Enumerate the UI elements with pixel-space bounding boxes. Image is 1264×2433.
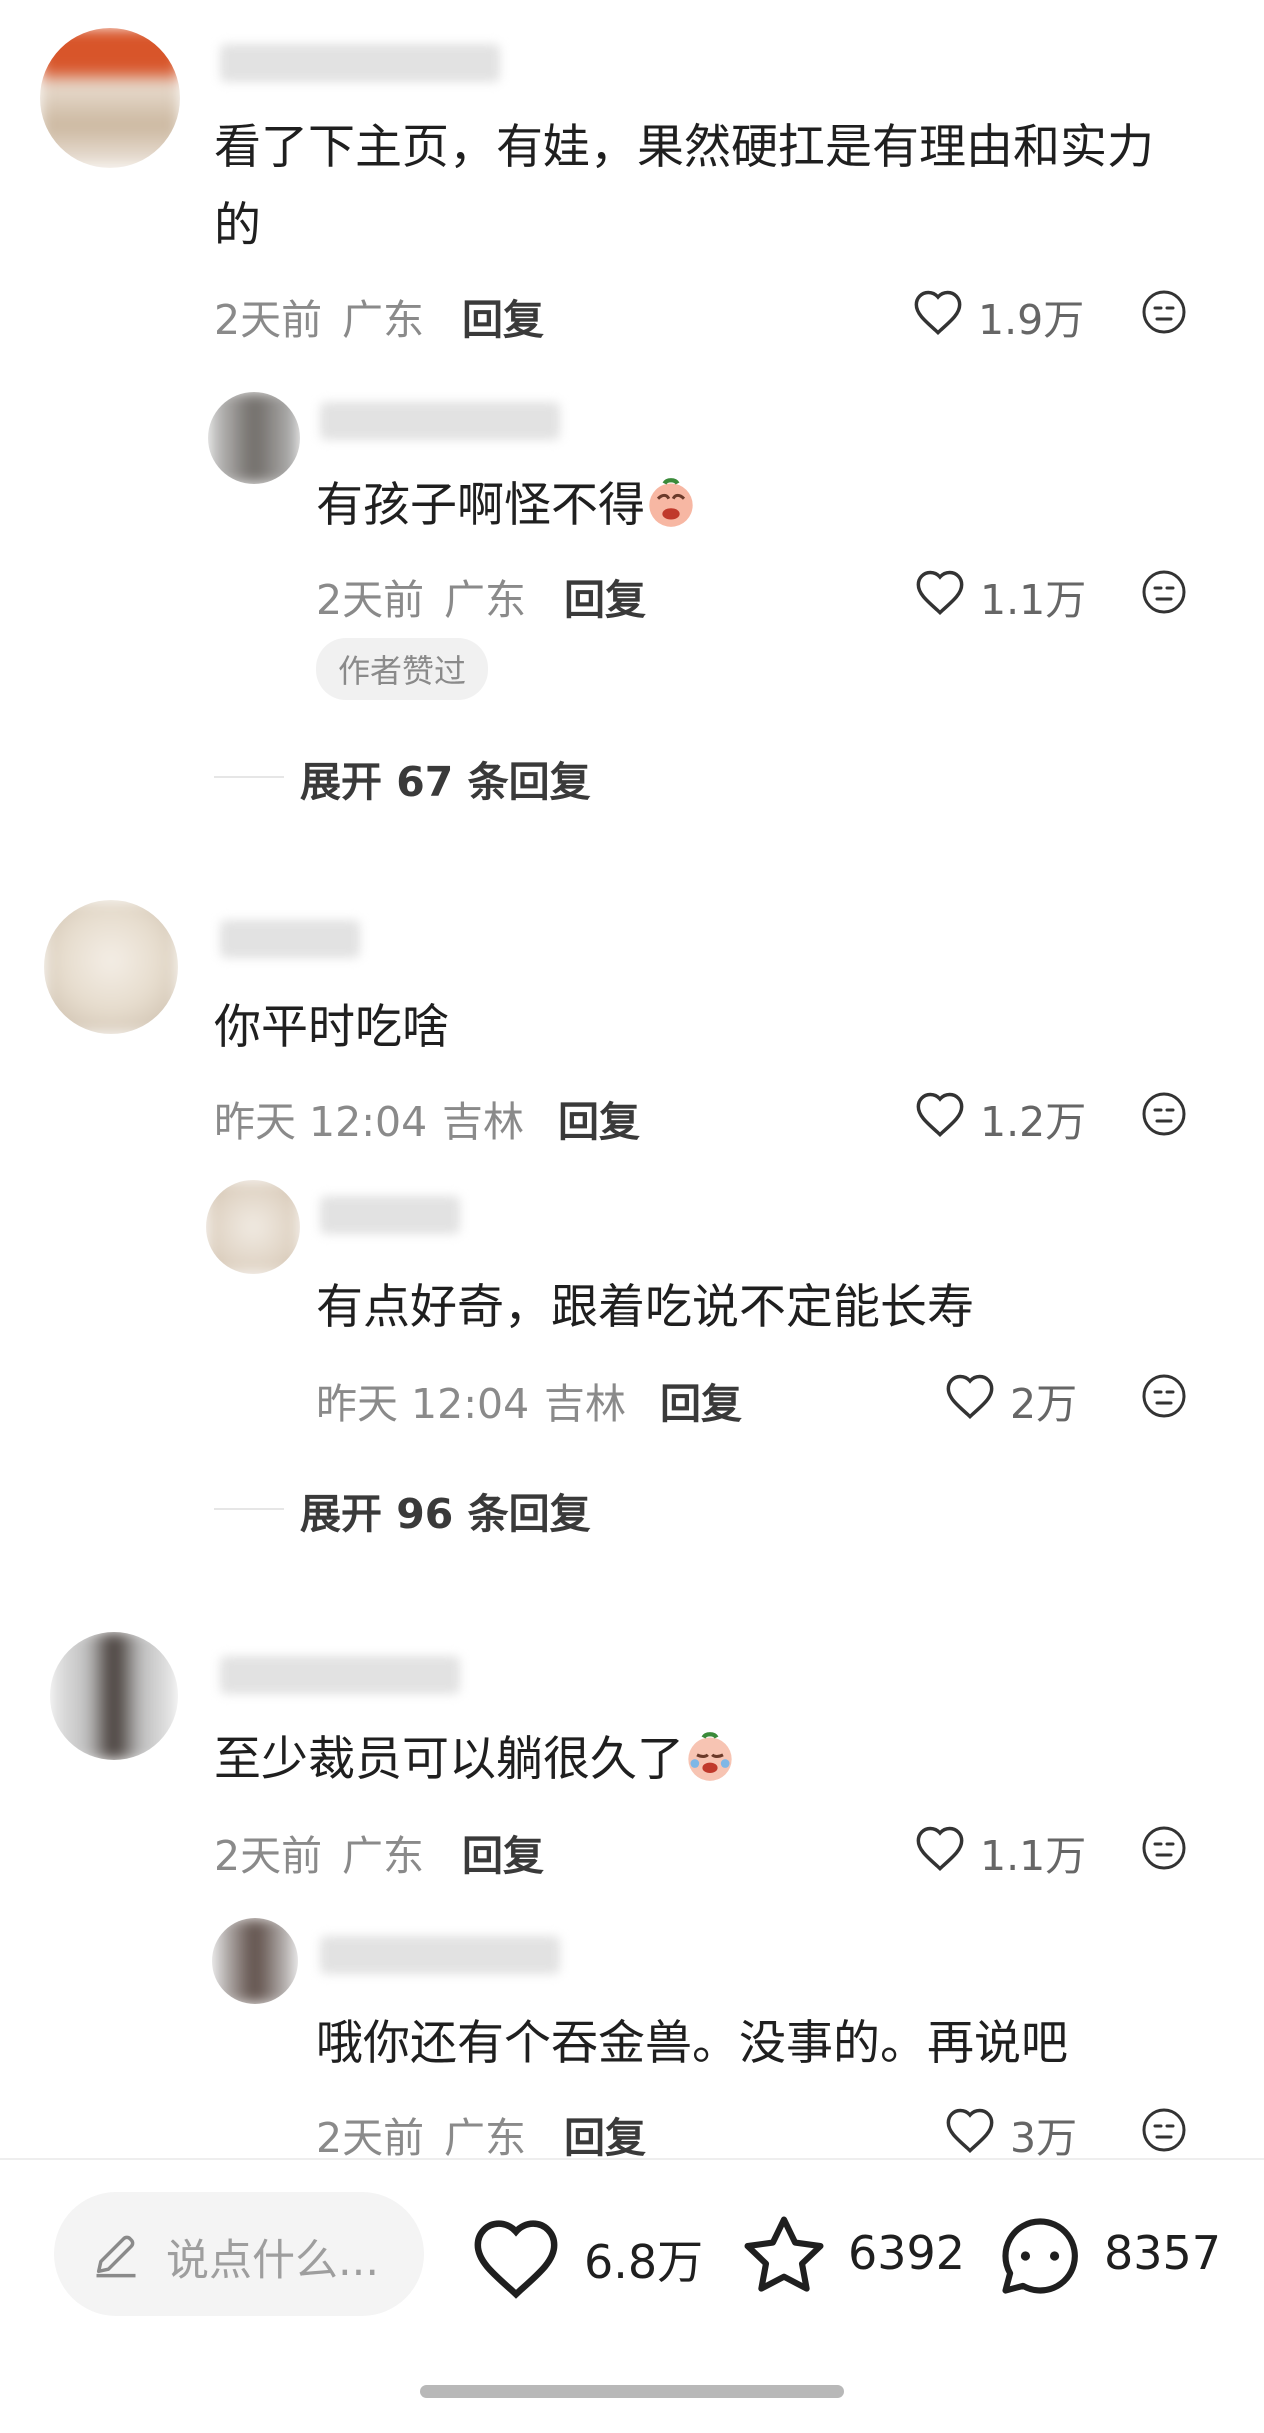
heart-icon[interactable]	[914, 568, 966, 616]
comment-input[interactable]: 说点什么...	[54, 2192, 424, 2316]
like-count: 2万	[1010, 1380, 1078, 1428]
like-count: 1.1万	[980, 576, 1087, 624]
avatar[interactable]	[40, 28, 180, 168]
expand-replies-button[interactable]: 展开 96 条回复	[300, 1480, 591, 1540]
reply-location: 广东	[444, 576, 526, 624]
reply-button[interactable]: 回复	[660, 1370, 742, 1430]
comment-text-line2: 的	[214, 198, 261, 253]
reply-time: 昨天 12:04	[316, 1380, 530, 1428]
neutral-face-icon[interactable]	[1140, 1090, 1188, 1138]
expand-replies-button[interactable]: 展开 67 条回复	[300, 748, 591, 808]
reply-avatar[interactable]	[206, 1180, 300, 1274]
like-count: 1.1万	[980, 1832, 1087, 1880]
expand-divider	[214, 1508, 284, 1510]
comment-count: 8357	[1104, 2226, 1222, 2280]
post-like-count: 6.8万	[584, 2235, 704, 2289]
comment-text: 至少裁员可以躺很久了	[214, 1720, 736, 1800]
author-liked-badge: 作者赞过	[316, 638, 489, 700]
reply-button[interactable]: 回复	[462, 286, 544, 346]
expand-divider	[214, 776, 284, 778]
comment-location: 广东	[342, 296, 424, 344]
reply-button[interactable]: 回复	[564, 566, 646, 626]
crying-sticker-icon	[688, 1732, 732, 1781]
heart-icon[interactable]	[470, 2216, 562, 2300]
neutral-face-icon[interactable]	[1140, 1824, 1188, 1872]
comment-input-placeholder: 说点什么...	[166, 2236, 380, 2286]
pencil-icon	[96, 2235, 136, 2278]
comment-location: 吉林	[442, 1098, 524, 1146]
neutral-face-icon[interactable]	[1140, 568, 1188, 616]
heart-icon[interactable]	[944, 2106, 996, 2154]
heart-icon[interactable]	[944, 1372, 996, 1420]
comment-time: 2天前	[214, 296, 323, 344]
like-count: 3万	[1010, 2114, 1078, 2162]
avatar[interactable]	[44, 900, 178, 1034]
like-count: 1.9万	[978, 296, 1085, 344]
reply-button[interactable]: 回复	[462, 1822, 544, 1882]
username[interactable]	[220, 1656, 460, 1694]
username[interactable]	[220, 920, 360, 958]
bottom-bar-divider	[0, 2158, 1264, 2160]
chat-bubble-icon[interactable]	[994, 2210, 1086, 2302]
reply-text: 哦你还有个吞金兽。没事的。再说吧	[316, 2016, 1068, 2071]
reply-time: 2天前	[316, 576, 425, 624]
favorite-count: 6392	[848, 2226, 966, 2280]
crying-sticker-icon	[649, 478, 693, 527]
username[interactable]	[220, 44, 500, 82]
home-indicator[interactable]	[420, 2385, 844, 2398]
neutral-face-icon[interactable]	[1140, 288, 1188, 336]
avatar[interactable]	[50, 1632, 178, 1760]
like-count: 1.2万	[980, 1098, 1087, 1146]
heart-icon[interactable]	[914, 1090, 966, 1138]
comment-text: 你平时吃啥	[214, 1000, 449, 1055]
comment-time: 昨天 12:04	[214, 1098, 428, 1146]
reply-time: 2天前	[316, 2114, 425, 2162]
reply-button[interactable]: 回复	[564, 2104, 646, 2164]
reply-button[interactable]: 回复	[558, 1088, 640, 1148]
reply-text: 有孩子啊怪不得	[316, 466, 697, 546]
reply-avatar[interactable]	[208, 392, 300, 484]
reply-username[interactable]	[320, 1936, 560, 1974]
comment-time: 2天前	[214, 1832, 323, 1880]
reply-avatar[interactable]	[212, 1918, 298, 2004]
reply-username[interactable]	[320, 402, 560, 440]
reply-location: 广东	[444, 2114, 526, 2162]
neutral-face-icon[interactable]	[1140, 1372, 1188, 1420]
heart-icon[interactable]	[912, 288, 964, 336]
star-icon[interactable]	[738, 2210, 830, 2302]
heart-icon[interactable]	[914, 1824, 966, 1872]
comment-location: 广东	[342, 1832, 424, 1880]
neutral-face-icon[interactable]	[1140, 2106, 1188, 2154]
comment-text-line1: 看了下主页，有娃，果然硬扛是有理由和实力	[214, 120, 1154, 175]
reply-username[interactable]	[320, 1196, 460, 1234]
reply-text: 有点好奇，跟着吃说不定能长寿	[316, 1280, 974, 1335]
reply-location: 吉林	[544, 1380, 626, 1428]
